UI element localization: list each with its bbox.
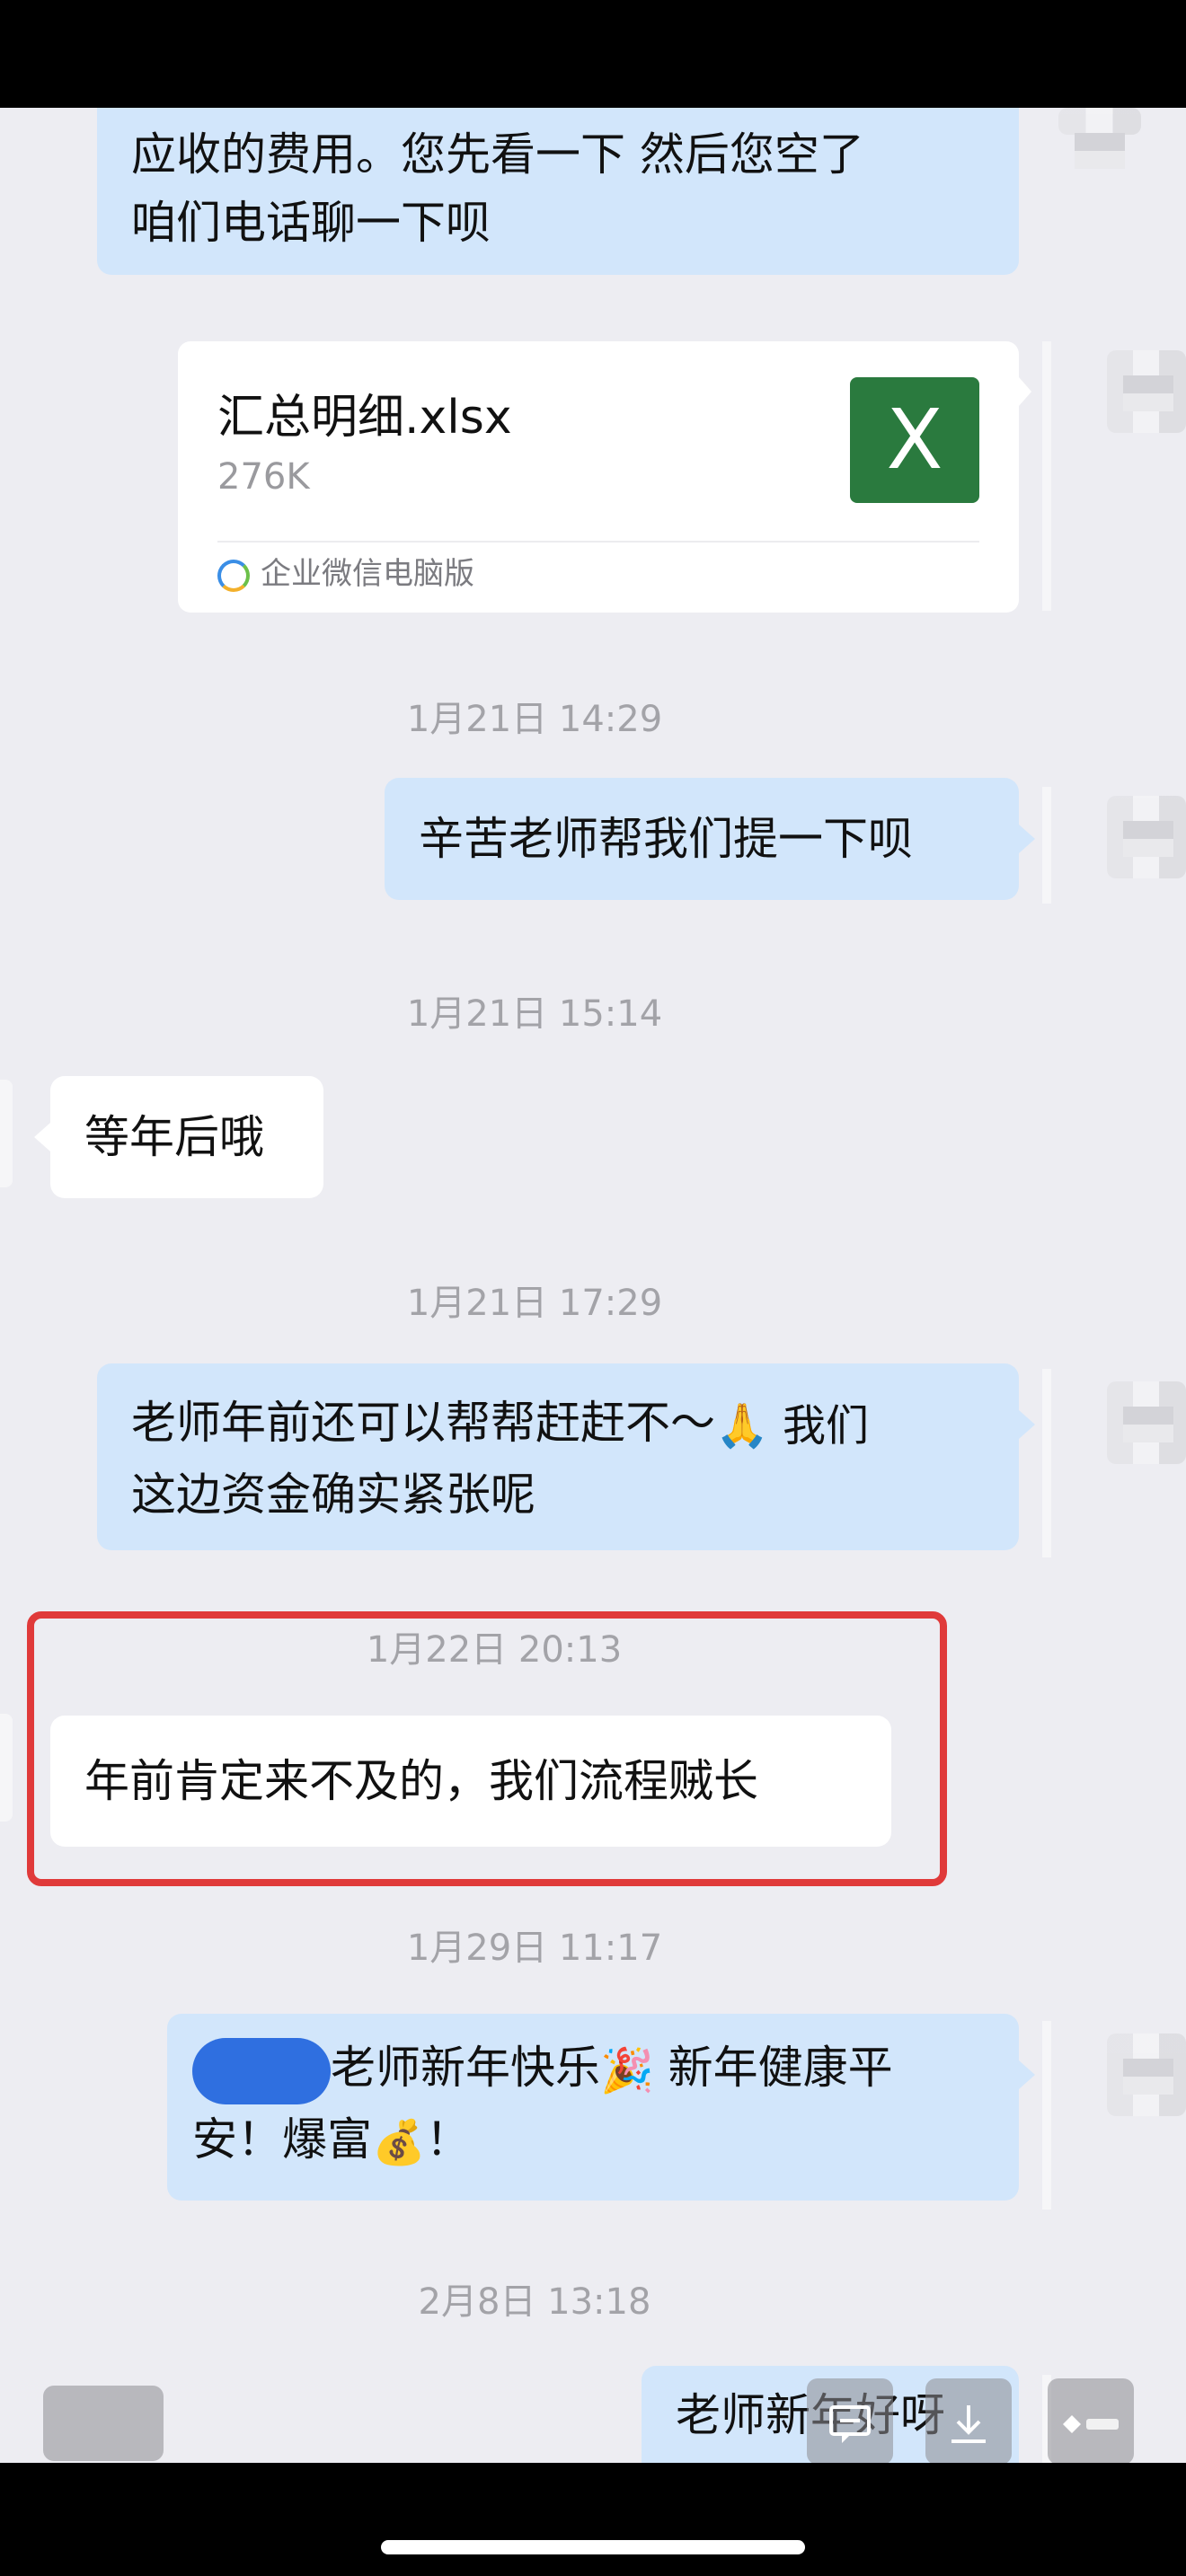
avatar[interactable] — [1107, 796, 1186, 878]
file-message-card[interactable]: 汇总明细.xlsx 276K X 企业微信电脑版 — [178, 341, 1019, 613]
message-text: 等年后哦 — [84, 1111, 264, 1163]
file-source-label: 企业微信电脑版 — [261, 556, 474, 592]
money-bag-emoji: 💰 — [372, 2117, 426, 2167]
bubble-tail — [1019, 2060, 1035, 2089]
home-indicator[interactable] — [381, 2540, 805, 2554]
message-text: 新年健康平 — [653, 2042, 893, 2094]
message-line: 这边资金确实紧张呢 — [131, 1468, 535, 1521]
message-line: 咱们电话聊一下呗 — [131, 197, 491, 249]
chat-screen: 应收的费用。您先看一下 然后您空了 咱们电话聊一下呗 汇总明细.xlsx 276… — [0, 108, 1186, 2463]
file-source: 企业微信电脑版 — [217, 551, 474, 596]
avatar[interactable] — [1107, 1381, 1186, 1464]
bubble-tail — [34, 1123, 50, 1151]
avatar[interactable] — [1058, 108, 1141, 169]
avatar-edge — [1042, 1369, 1051, 1557]
bottom-bar — [0, 2463, 1186, 2576]
message-text: 安！爆富 — [192, 2113, 372, 2166]
timestamp: 1月29日 11:17 — [406, 1928, 663, 1969]
avatar[interactable] — [0, 1714, 13, 1822]
avatar-edge — [1042, 341, 1051, 611]
message-line: 老师年前还可以帮帮赶赶不～🙏 我们 — [131, 1389, 985, 1460]
bubble-tail — [1019, 825, 1035, 853]
download-icon — [951, 2405, 986, 2443]
message-text: 老师新年快乐 — [331, 2042, 600, 2094]
bubble-tail — [1019, 377, 1031, 406]
timestamp: 1月21日 14:29 — [406, 699, 663, 740]
message-line: 安！爆富💰！ — [192, 2105, 985, 2177]
wecom-icon — [217, 559, 250, 592]
message-line: 老师新年快乐🎉 新年健康平 — [192, 2033, 985, 2105]
timestamp: 1月22日 20:13 — [366, 1629, 623, 1671]
avatar[interactable] — [1107, 350, 1186, 433]
avatar-edge — [1042, 2021, 1051, 2210]
bubble-tail — [1019, 1410, 1035, 1439]
message-text: 年前肯定来不及的，我们流程贼长 — [84, 1755, 758, 1807]
message-bubble-outgoing[interactable]: 老师年前还可以帮帮赶赶不～🙏 我们 这边资金确实紧张呢 — [97, 1363, 1019, 1550]
message-text: 老师年前还可以帮帮赶赶不～ — [131, 1397, 715, 1449]
logo-icon — [1063, 2415, 1119, 2433]
party-popper-emoji: 🎉 — [600, 2045, 654, 2096]
left-floating-button[interactable] — [43, 2386, 164, 2461]
message-bubble-outgoing[interactable]: 辛苦老师帮我们提一下呗 — [385, 778, 1019, 900]
logo-button[interactable] — [1048, 2378, 1134, 2465]
avatar-edge — [1042, 787, 1051, 904]
message-bubble-incoming[interactable]: 年前肯定来不及的，我们流程贼长 — [50, 1716, 891, 1847]
message-bubble-incoming[interactable]: 等年后哦 — [50, 1076, 323, 1198]
file-name: 汇总明细.xlsx — [217, 391, 512, 445]
message-bubble-outgoing[interactable]: 应收的费用。您先看一下 然后您空了 咱们电话聊一下呗 — [97, 108, 1019, 275]
timestamp: 2月8日 13:18 — [418, 2281, 651, 2323]
excel-file-icon: X — [850, 377, 979, 503]
message-text: ！ — [425, 2113, 471, 2166]
timestamp: 1月21日 15:14 — [406, 993, 663, 1035]
timestamp: 1月21日 17:29 — [406, 1283, 663, 1324]
comment-button[interactable] — [807, 2378, 893, 2465]
avatar[interactable] — [1107, 2033, 1186, 2116]
redacted-name — [192, 2037, 331, 2104]
pray-emoji: 🙏 我们 — [715, 1400, 870, 1451]
message-line: 应收的费用。您先看一下 然后您空了 — [131, 128, 864, 181]
comment-icon — [829, 2405, 871, 2443]
file-size: 276K — [217, 456, 310, 498]
avatar[interactable] — [0, 1080, 13, 1187]
divider — [217, 541, 979, 543]
message-bubble-outgoing[interactable]: 老师新年快乐🎉 新年健康平 安！爆富💰！ — [167, 2014, 1019, 2201]
download-button[interactable] — [925, 2378, 1012, 2465]
message-text: 辛苦老师帮我们提一下呗 — [419, 813, 913, 865]
